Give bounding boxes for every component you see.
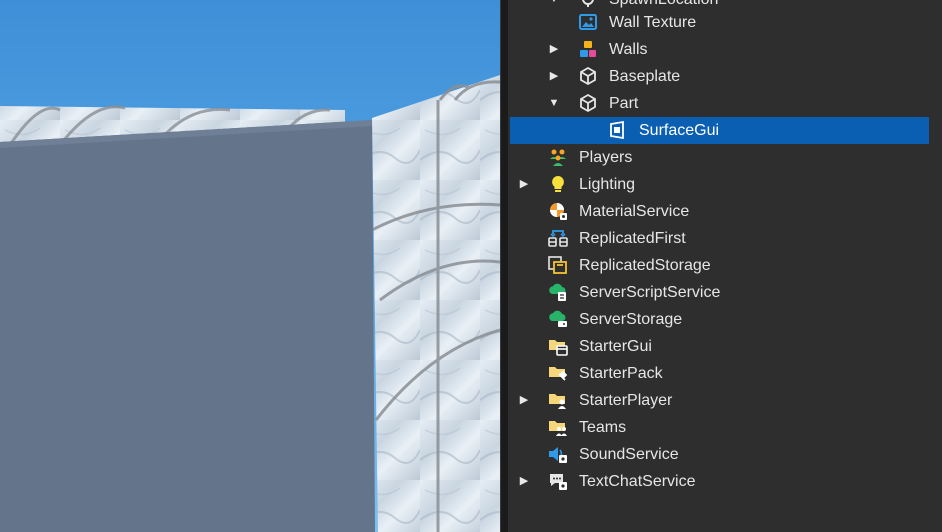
tree-item-serverscriptservice[interactable]: ServerScriptService bbox=[508, 279, 929, 306]
tree-item-replicatedfirst[interactable]: ReplicatedFirst bbox=[508, 225, 929, 252]
tree-item-label: SpawnLocation bbox=[609, 0, 718, 9]
collapse-arrow-icon[interactable]: ▶ bbox=[518, 475, 530, 487]
scene-render bbox=[0, 75, 500, 532]
tree-item-soundservice[interactable]: SoundService bbox=[508, 441, 929, 468]
teams-icon bbox=[548, 417, 568, 437]
tree-item-label: Lighting bbox=[579, 176, 636, 193]
tree-item-label: ServerStorage bbox=[579, 311, 683, 328]
tree-item-label: TextChatService bbox=[579, 473, 696, 490]
text-chat-service-icon bbox=[548, 471, 568, 491]
sound-service-icon bbox=[548, 444, 568, 464]
collapse-arrow-icon[interactable]: ▶ bbox=[548, 70, 560, 82]
tree-item-replicatedstorage[interactable]: ReplicatedStorage bbox=[508, 252, 929, 279]
tree-item-label: Teams bbox=[579, 419, 627, 436]
tree-item-label: Players bbox=[579, 149, 633, 166]
tree-item-teams[interactable]: Teams bbox=[508, 414, 929, 441]
tree-item-surfacegui[interactable]: SurfaceGui bbox=[510, 117, 929, 144]
collapse-arrow-icon[interactable]: ▶ bbox=[518, 178, 530, 190]
tree-item-part[interactable]: ▼ Part bbox=[508, 90, 929, 117]
tree-item-label: SurfaceGui bbox=[639, 122, 720, 139]
part-icon bbox=[578, 93, 598, 113]
tree-item-label: StarterGui bbox=[579, 338, 652, 355]
tree-item-label: ReplicatedStorage bbox=[579, 257, 711, 274]
tree-item-label: Wall Texture bbox=[609, 14, 697, 31]
tree-item-baseplate[interactable]: ▶ Baseplate bbox=[508, 63, 929, 90]
tree-item-label: StarterPack bbox=[579, 365, 663, 382]
panel-divider[interactable] bbox=[500, 0, 508, 532]
game-viewport[interactable] bbox=[0, 0, 500, 532]
part-icon bbox=[578, 66, 598, 86]
spawn-location-icon bbox=[578, 0, 598, 9]
replicated-first-icon bbox=[548, 228, 568, 248]
tree-item-label: Baseplate bbox=[609, 68, 681, 85]
expand-arrow-icon[interactable]: ▼ bbox=[548, 97, 560, 109]
lighting-icon bbox=[548, 174, 568, 194]
tree-item-label: Walls bbox=[609, 41, 648, 58]
tree-item-label: ServerScriptService bbox=[579, 284, 721, 301]
collapse-arrow-icon[interactable]: ▶ bbox=[518, 394, 530, 406]
tree-item-starterpack[interactable]: StarterPack bbox=[508, 360, 929, 387]
tree-item-startergui[interactable]: StarterGui bbox=[508, 333, 929, 360]
collapse-arrow-icon[interactable]: ▶ bbox=[548, 43, 560, 55]
material-service-icon bbox=[548, 201, 568, 221]
tree-item-textchatservice[interactable]: ▶ TextChatService bbox=[508, 468, 929, 495]
explorer-panel: ▼ SpawnLocation Wall Texture ▶ Walls ▶ B… bbox=[508, 0, 942, 532]
tree-item-lighting[interactable]: ▶ Lighting bbox=[508, 171, 929, 198]
surface-gui-icon bbox=[608, 120, 628, 140]
model-icon bbox=[578, 39, 598, 59]
tree-item-label: StarterPlayer bbox=[579, 392, 673, 409]
tree-item-wall-texture[interactable]: Wall Texture bbox=[508, 9, 929, 36]
tree-item-label: ReplicatedFirst bbox=[579, 230, 686, 247]
tree-item-label: SoundService bbox=[579, 446, 679, 463]
expand-arrow-icon[interactable]: ▼ bbox=[548, 0, 560, 5]
tree-item-starterplayer[interactable]: ▶ StarterPlayer bbox=[508, 387, 929, 414]
tree-item-players[interactable]: Players bbox=[508, 144, 929, 171]
server-script-service-icon bbox=[548, 282, 568, 302]
server-storage-icon bbox=[548, 309, 568, 329]
tree-item-materialservice[interactable]: MaterialService bbox=[508, 198, 929, 225]
texture-icon bbox=[578, 12, 598, 32]
replicated-storage-icon bbox=[548, 255, 568, 275]
tree-item-label: MaterialService bbox=[579, 203, 690, 220]
starter-pack-icon bbox=[548, 363, 568, 383]
starter-gui-icon bbox=[548, 336, 568, 356]
tree-item-label: Part bbox=[609, 95, 639, 112]
players-icon bbox=[548, 147, 568, 167]
tree-item-walls[interactable]: ▶ Walls bbox=[508, 36, 929, 63]
starter-player-icon bbox=[548, 390, 568, 410]
tree-item-serverstorage[interactable]: ServerStorage bbox=[508, 306, 929, 333]
